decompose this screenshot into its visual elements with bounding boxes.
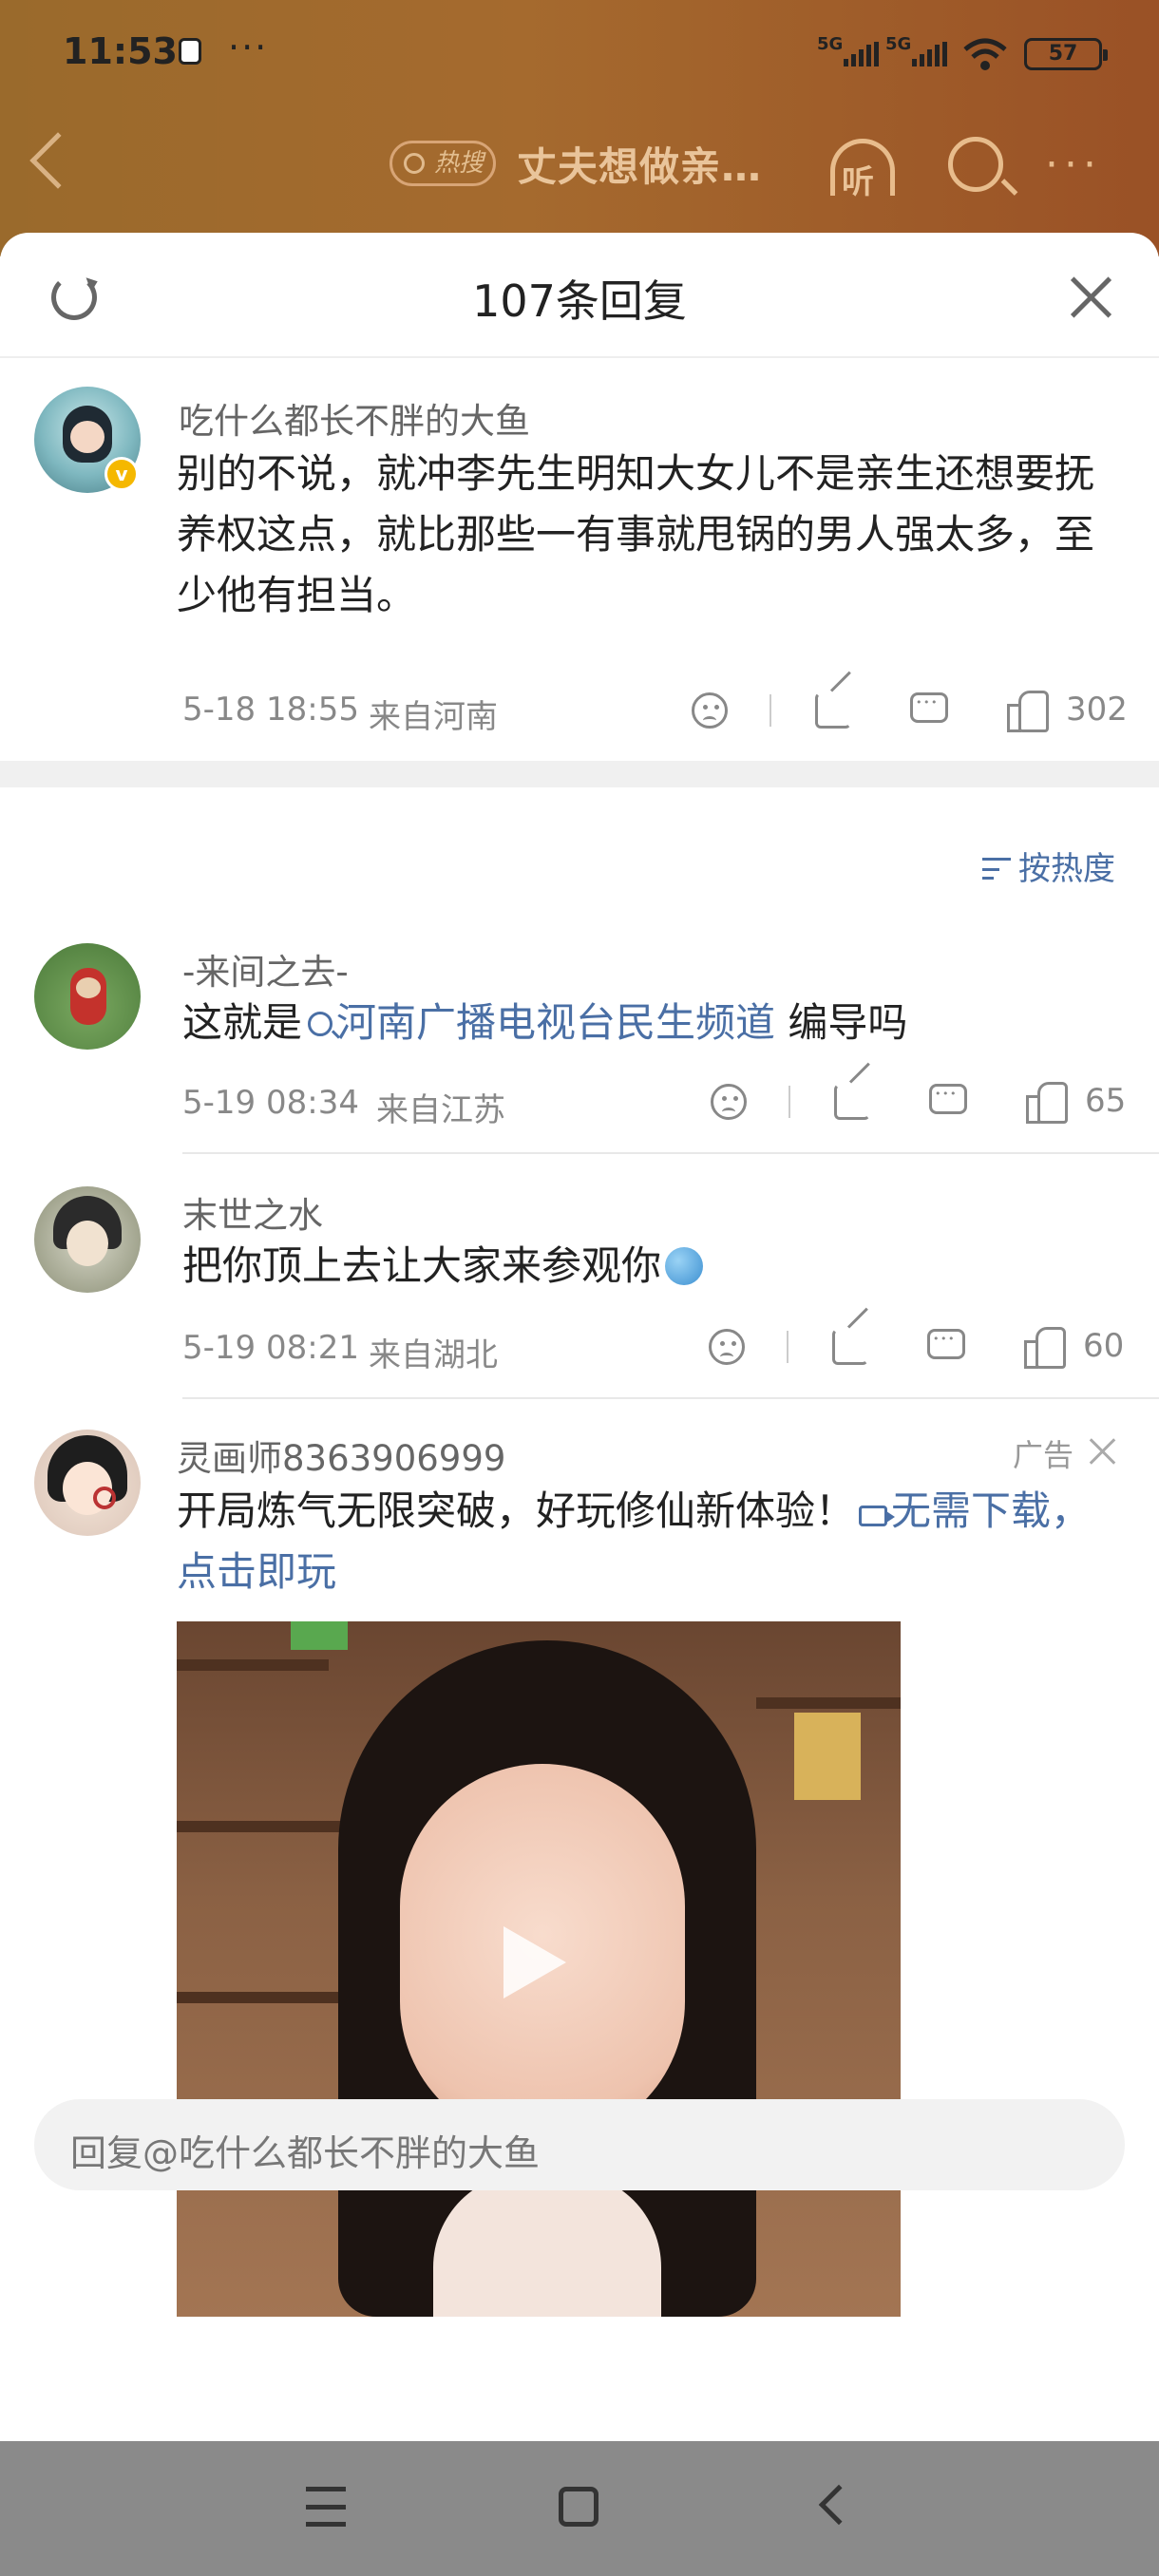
status-more: ··· — [228, 27, 269, 68]
topic-link[interactable]: 河南广播电视台民生频道 — [336, 999, 775, 1046]
reply-location: 来自湖北 — [369, 1336, 498, 1374]
listen-label: 听 — [842, 163, 874, 201]
ad-username[interactable]: 灵画师8363906999 — [177, 1430, 505, 1481]
shelf — [177, 1992, 348, 2003]
share-icon[interactable] — [832, 1329, 868, 1365]
comment-date: 5-18 18:55 — [182, 691, 359, 729]
comment-icon[interactable] — [910, 692, 948, 723]
ad-video[interactable] — [177, 1621, 901, 2317]
comment-username[interactable]: 吃什么都长不胖的大鱼 — [179, 392, 530, 444]
dislike-icon[interactable] — [692, 692, 728, 729]
hot-search-badge[interactable]: 热搜 — [390, 141, 496, 186]
reply-text-part: 这就是 — [182, 999, 303, 1046]
comment-icon[interactable] — [929, 1084, 967, 1114]
reply-text-part: 把你顶上去让大家来参观你 — [182, 1242, 662, 1289]
reply-location: 来自江苏 — [376, 1091, 505, 1129]
video-body — [433, 2172, 661, 2317]
like-count: 65 — [1085, 1082, 1127, 1120]
avatar[interactable] — [34, 943, 141, 1050]
emoji-icon — [665, 1247, 704, 1285]
dislike-icon[interactable] — [709, 1329, 745, 1365]
reply-input[interactable]: 回复@吃什么都长不胖的大鱼 — [34, 2099, 1125, 2190]
system-back-icon[interactable] — [818, 2484, 860, 2526]
search-icon[interactable] — [948, 137, 1003, 192]
verified-badge-icon: v — [104, 457, 139, 491]
comment-icon[interactable] — [927, 1329, 965, 1359]
status-time: 11:53 — [63, 30, 178, 72]
top-nav: 热搜 丈夫想做亲… 听 ··· — [0, 114, 1159, 209]
home-icon[interactable] — [559, 2487, 598, 2527]
action-divider — [788, 1086, 790, 1118]
comment-text: 别的不说，就冲李先生明知大女儿不是亲生还想要抚养权这点，就比那些一有事就甩锅的男… — [177, 450, 1095, 618]
shelf — [177, 1821, 348, 1832]
reply-username[interactable]: -来间之去- — [182, 943, 349, 994]
sort-icon — [982, 858, 1011, 882]
reply-text-part: 编导吗 — [775, 999, 908, 1046]
wifi-icon — [963, 38, 1007, 70]
sheet-header: 107条回复 — [0, 233, 1159, 358]
reply-text: 这就是 河南广播电视台民生频道 编导吗 — [182, 993, 1113, 1053]
notification-icon — [179, 38, 201, 65]
reply-input-placeholder: 回复@吃什么都长不胖的大鱼 — [70, 2132, 541, 2174]
shelf-item — [794, 1713, 861, 1800]
close-icon[interactable] — [1068, 275, 1113, 320]
status-bar: 11:53 ··· 5G 5G 57 — [0, 0, 1159, 109]
section-divider — [0, 761, 1159, 787]
share-icon[interactable] — [834, 1084, 870, 1120]
action-divider — [787, 1331, 788, 1363]
signal-label-2: 5G — [885, 34, 912, 54]
system-nav-bar — [0, 2441, 1159, 2576]
ad-tag: 广告 — [1013, 1437, 1074, 1473]
row-divider — [182, 1152, 1159, 1154]
battery-indicator: 57 — [1024, 38, 1108, 70]
signal-bars-icon — [912, 42, 947, 66]
hot-badge-label: 热搜 — [433, 149, 484, 178]
search-link-icon — [308, 1012, 333, 1036]
comment-location: 来自河南 — [369, 698, 498, 736]
like-count: 60 — [1083, 1327, 1125, 1365]
avatar-face — [66, 1221, 108, 1266]
avatar[interactable] — [34, 1186, 141, 1293]
sort-by-hot-button[interactable]: 按热度 — [982, 843, 1115, 889]
ad-text: 开局炼气无限突破，好玩修仙新体验！ 无需下载，点击即玩 — [177, 1481, 1108, 1602]
avatar-face — [70, 421, 104, 453]
listen-button[interactable]: 听 — [825, 133, 901, 201]
sort-label: 按热度 — [1018, 850, 1115, 888]
ad-text-part: 开局炼气无限突破，好玩修仙新体验！ — [177, 1487, 856, 1534]
shelf — [177, 1659, 329, 1671]
reply-date: 5-19 08:34 — [182, 1084, 359, 1122]
dislike-icon[interactable] — [711, 1084, 747, 1120]
shelf-item — [291, 1621, 348, 1650]
video-icon — [859, 1506, 896, 1526]
action-divider — [770, 694, 771, 727]
search-small-icon — [404, 153, 425, 174]
more-icon[interactable]: ··· — [1045, 141, 1102, 189]
signal-bars-icon — [844, 42, 879, 66]
back-icon[interactable] — [29, 132, 86, 189]
reply-date: 5-19 08:21 — [182, 1329, 359, 1367]
signal-label-1: 5G — [817, 34, 844, 54]
like-icon[interactable] — [1026, 1082, 1068, 1124]
like-icon[interactable] — [1007, 691, 1049, 732]
reply-username[interactable]: 末世之水 — [182, 1186, 323, 1238]
sheet-title: 107条回复 — [472, 275, 687, 327]
nav-title[interactable]: 丈夫想做亲… — [517, 135, 762, 193]
row-divider — [182, 1397, 1159, 1399]
like-icon[interactable] — [1024, 1327, 1066, 1369]
share-icon[interactable] — [815, 692, 851, 729]
avatar[interactable] — [34, 1430, 141, 1536]
play-icon[interactable] — [490, 1921, 570, 2000]
avatar-prop — [93, 1487, 116, 1509]
avatar-face — [76, 977, 101, 998]
reply-text: 把你顶上去让大家来参观你 — [182, 1236, 1113, 1297]
shelf — [756, 1697, 901, 1709]
like-count: 302 — [1066, 691, 1128, 729]
ad-close-icon[interactable] — [1089, 1437, 1117, 1466]
menu-icon[interactable] — [306, 2487, 346, 2527]
